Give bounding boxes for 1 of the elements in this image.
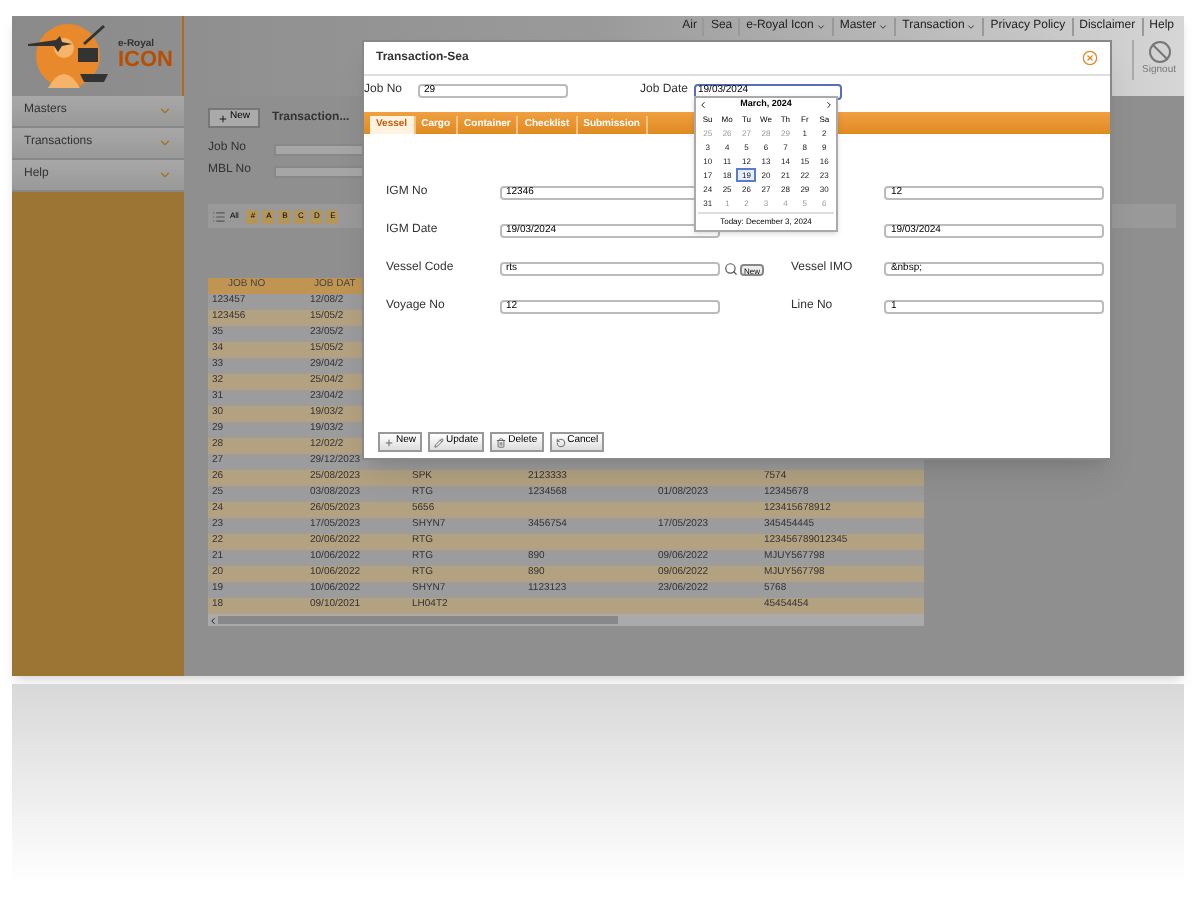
- logo-title: ICON: [118, 50, 173, 72]
